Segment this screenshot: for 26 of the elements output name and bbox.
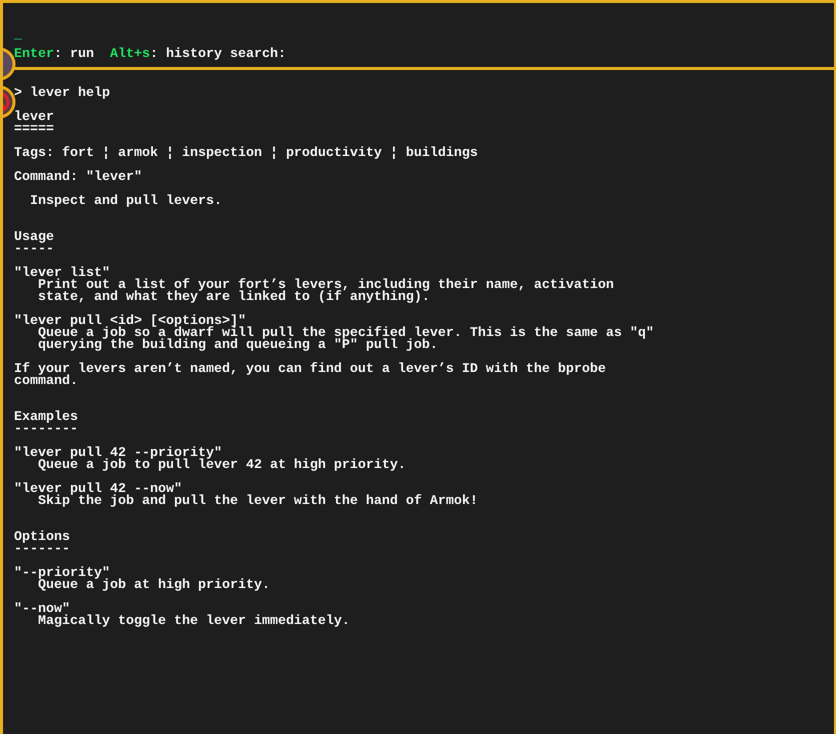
help-text: Inspect and pull levers.: [28, 196, 222, 208]
help-text: Tags: fort ¦ armok ¦ inspection ¦ productivity ¦ buildings: [14, 148, 478, 160]
help-text: Queue a job at high priority.: [38, 580, 270, 592]
help-text: Magically toggle the lever immediately.: [36, 616, 350, 628]
section-heading: Options: [14, 532, 70, 544]
help-text: Skip the job and pull the lever with the hand of Armok!: [36, 496, 478, 508]
help-text: command.: [14, 376, 78, 388]
text-cursor: _: [14, 30, 22, 42]
help-text: Command: "lever": [14, 172, 142, 184]
section-heading: -------: [14, 544, 70, 556]
shortcut-label: : run: [54, 49, 94, 61]
command-line: > lever help: [14, 88, 110, 100]
help-text: Queue a job to pull lever 42 at high priority.: [36, 460, 406, 472]
help-text: state, and what they are linked to (if anything).: [36, 292, 430, 304]
help-title: =====: [14, 124, 54, 136]
shortcut-key: Enter: [14, 49, 54, 61]
section-heading: -----: [14, 244, 54, 256]
shortcut-label: : history search:: [150, 49, 286, 61]
section-heading: Examples: [14, 412, 78, 424]
help-title: lever: [14, 112, 54, 124]
section-heading: --------: [14, 424, 78, 436]
help-text: "--priority": [14, 568, 110, 580]
help-text: querying the building and queueing a "P" pull job.: [36, 340, 438, 352]
help-text: If your levers aren’t named, you can find out a lever’s ID with the bprobe: [14, 364, 606, 376]
shortcut-key: Alt+s: [110, 49, 150, 61]
section-heading: Usage: [14, 232, 54, 244]
